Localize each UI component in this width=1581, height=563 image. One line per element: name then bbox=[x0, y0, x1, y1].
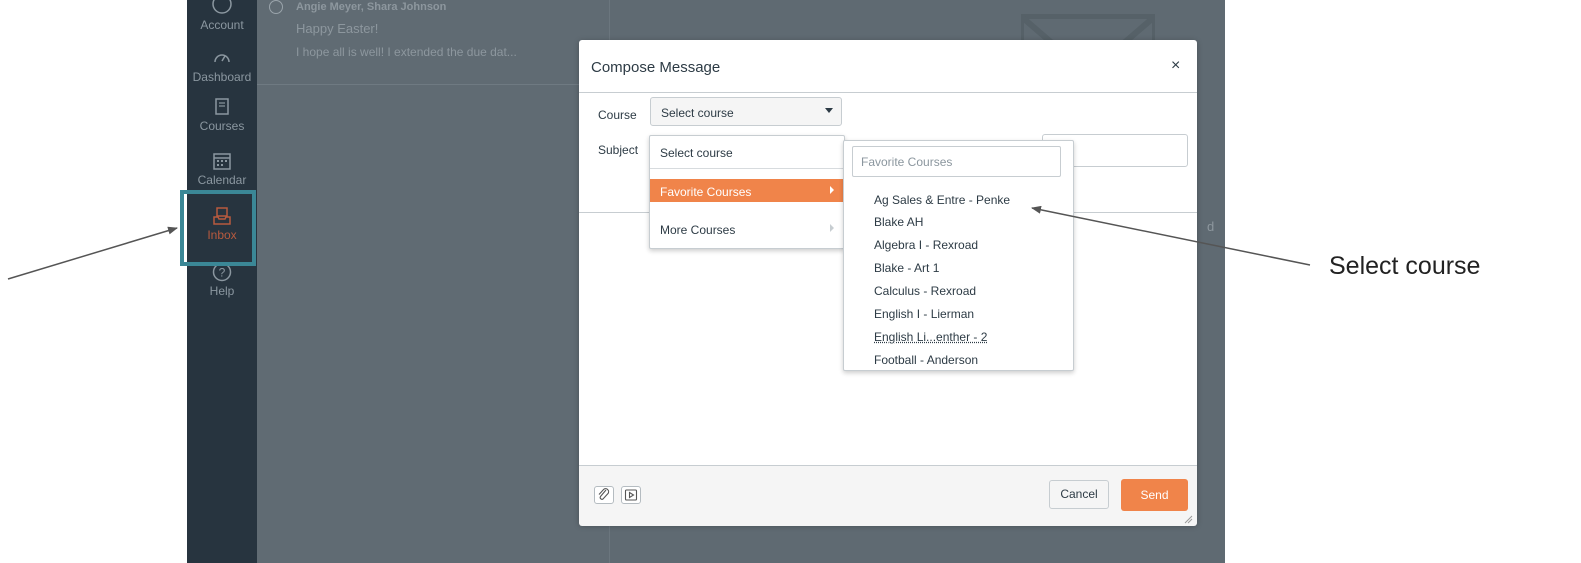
dashboard-icon bbox=[214, 54, 230, 63]
message-preview: I hope all is well! I extended the due d… bbox=[296, 45, 517, 59]
favorite-courses-submenu: Ag Sales & Entre - Penke Blake AH Algebr… bbox=[843, 140, 1074, 371]
message-from: Angie Meyer, Shara Johnson bbox=[296, 1, 447, 13]
menu-item-label: More Courses bbox=[660, 223, 736, 237]
attach-file-button[interactable] bbox=[594, 486, 614, 504]
paperclip-icon bbox=[598, 488, 610, 500]
caret-down-icon bbox=[825, 108, 833, 113]
menu-item-favorite-courses[interactable]: Favorite Courses bbox=[650, 179, 844, 202]
dialog-footer: Cancel Send bbox=[579, 465, 1197, 526]
nav-calendar[interactable]: Calendar bbox=[187, 151, 257, 187]
menu-item-more-courses[interactable]: More Courses bbox=[650, 218, 844, 242]
compose-message-dialog: Compose Message × Course Select course S… bbox=[579, 40, 1197, 526]
media-icon bbox=[624, 489, 638, 501]
nav-account[interactable]: Account bbox=[187, 0, 257, 32]
svg-text:?: ? bbox=[219, 266, 226, 280]
cancel-button[interactable]: Cancel bbox=[1049, 480, 1109, 509]
calendar-icon bbox=[213, 153, 231, 170]
message-select-radio[interactable] bbox=[269, 0, 283, 14]
record-media-button[interactable] bbox=[621, 486, 641, 504]
subject-label: Subject bbox=[598, 143, 639, 157]
resize-grip-icon[interactable] bbox=[1183, 514, 1193, 524]
menu-item-label: Select course bbox=[660, 146, 733, 160]
chevron-right-icon bbox=[830, 224, 834, 232]
courses-icon bbox=[215, 98, 229, 115]
course-option[interactable]: Football - Anderson bbox=[874, 353, 978, 367]
nav-courses[interactable]: Courses bbox=[187, 97, 257, 133]
course-select[interactable]: Select course bbox=[650, 97, 842, 126]
message-divider bbox=[257, 84, 609, 85]
arrow-to-inbox bbox=[7, 226, 178, 280]
menu-item-label: Favorite Courses bbox=[660, 185, 752, 199]
course-option[interactable]: Blake - Art 1 bbox=[874, 261, 939, 275]
background-text: d bbox=[1207, 219, 1215, 234]
message-subject[interactable]: Happy Easter! bbox=[296, 21, 378, 36]
account-icon bbox=[212, 0, 232, 14]
nav-help[interactable]: ? Help bbox=[187, 262, 257, 298]
course-option[interactable]: Ag Sales & Entre - Penke bbox=[874, 193, 1010, 207]
course-option[interactable]: English I - Lierman bbox=[874, 307, 974, 321]
course-label: Course bbox=[598, 108, 637, 122]
course-option[interactable]: English Li...enther - 2 bbox=[874, 330, 987, 344]
course-option[interactable]: Calculus - Rexroad bbox=[874, 284, 976, 298]
screenshot: Account Dashboard Courses Calendar Inbox… bbox=[187, 0, 1225, 563]
menu-item-select-course[interactable]: Select course bbox=[650, 136, 844, 169]
header-divider bbox=[579, 92, 1197, 93]
close-icon[interactable]: × bbox=[1171, 57, 1180, 75]
global-nav: Account Dashboard Courses Calendar Inbox… bbox=[187, 0, 257, 563]
dialog-title: Compose Message bbox=[591, 59, 721, 76]
annotation-label: Select course bbox=[1329, 252, 1481, 280]
course-option[interactable]: Blake AH bbox=[874, 215, 923, 229]
inbox-highlight-box bbox=[180, 190, 256, 266]
course-dropdown-menu: Select course Favorite Courses More Cour… bbox=[649, 135, 845, 249]
course-option[interactable]: Algebra I - Rexroad bbox=[874, 238, 978, 252]
favorite-courses-filter-input[interactable] bbox=[852, 146, 1061, 177]
course-select-value: Select course bbox=[661, 106, 734, 120]
chevron-right-icon bbox=[830, 186, 834, 194]
nav-dashboard[interactable]: Dashboard bbox=[187, 48, 257, 84]
send-button[interactable]: Send bbox=[1121, 479, 1188, 511]
